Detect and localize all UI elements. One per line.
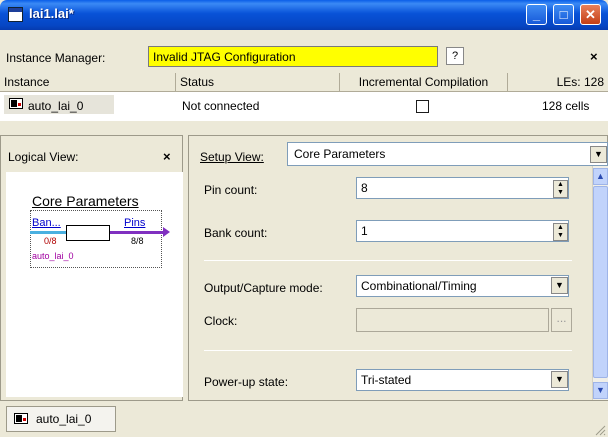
instance-manager-label: Instance Manager: [6, 51, 106, 65]
instance-manager-close-button[interactable]: × [590, 49, 598, 64]
pins-arrow-icon [163, 227, 170, 237]
column-header-instance[interactable]: Instance [0, 73, 176, 92]
logical-view-title: Logical View: [8, 150, 79, 164]
scroll-down-icon[interactable]: ▼ [593, 382, 608, 399]
core-block[interactable] [66, 225, 110, 241]
incremental-compilation-checkbox[interactable] [416, 100, 429, 113]
diagram-title[interactable]: Core Parameters [32, 193, 139, 209]
tab-label: auto_lai_0 [36, 412, 92, 426]
powerup-select[interactable]: Tri-stated [356, 369, 569, 391]
pin-count-input[interactable]: 8 [356, 177, 569, 199]
maximize-button[interactable]: □ [553, 4, 574, 25]
powerup-dropdown-icon[interactable]: ▼ [551, 371, 568, 388]
help-button[interactable]: ? [446, 47, 464, 65]
clock-input [356, 308, 549, 332]
column-header-incremental[interactable]: Incremental Compilation [340, 73, 508, 92]
instance-les: 128 cells [542, 99, 590, 113]
output-mode-dropdown-icon[interactable]: ▼ [551, 277, 568, 294]
instance-name: auto_lai_0 [28, 99, 84, 113]
minimize-button[interactable]: _ [526, 4, 547, 25]
bank-count-input[interactable]: 1 [356, 220, 569, 242]
clock-label: Clock: [204, 314, 238, 328]
logical-view-close-button[interactable]: × [163, 149, 171, 164]
diagram-instance-label: auto_lai_0 [32, 251, 74, 261]
instance-icon [9, 98, 23, 109]
bank-count-spinner[interactable]: ▲ ▼ [553, 223, 568, 241]
bank-count-label: Bank count: [204, 226, 268, 240]
pins-connection-line [110, 231, 166, 234]
powerup-label: Power-up state: [204, 375, 289, 389]
pins-link[interactable]: Pins [124, 217, 145, 229]
bank-connection-line [30, 231, 66, 234]
resize-grip-icon[interactable] [594, 424, 606, 436]
title-bar [0, 0, 608, 30]
separator [204, 350, 572, 351]
column-header-les[interactable]: LEs: 128 [508, 73, 608, 92]
close-window-button[interactable]: ✕ [580, 4, 601, 25]
window-title: lai1.lai* [29, 6, 74, 21]
output-mode-select[interactable]: Combinational/Timing [356, 275, 569, 297]
bank-count-label: 0/8 [44, 236, 57, 246]
scroll-thumb[interactable] [593, 186, 608, 378]
window-icon [8, 7, 23, 22]
pins-count-label: 8/8 [131, 236, 144, 246]
setup-view-label: Setup View: [200, 150, 264, 164]
scroll-up-icon[interactable]: ▲ [593, 168, 608, 185]
separator [204, 260, 572, 261]
pin-count-spinner[interactable]: ▲ ▼ [553, 180, 568, 198]
column-header-status[interactable]: Status [176, 73, 340, 92]
output-mode-label: Output/Capture mode: [204, 281, 323, 295]
instance-status: Not connected [182, 99, 260, 113]
setup-view-select[interactable]: Core Parameters [287, 142, 608, 166]
clock-browse-button: ... [551, 308, 572, 332]
jtag-status-field: Invalid JTAG Configuration [148, 46, 438, 67]
bank-link[interactable]: Ban... [32, 217, 61, 229]
pin-count-label: Pin count: [204, 183, 258, 197]
setup-view-dropdown-icon[interactable]: ▼ [590, 146, 607, 163]
instance-tab-icon [14, 413, 28, 424]
